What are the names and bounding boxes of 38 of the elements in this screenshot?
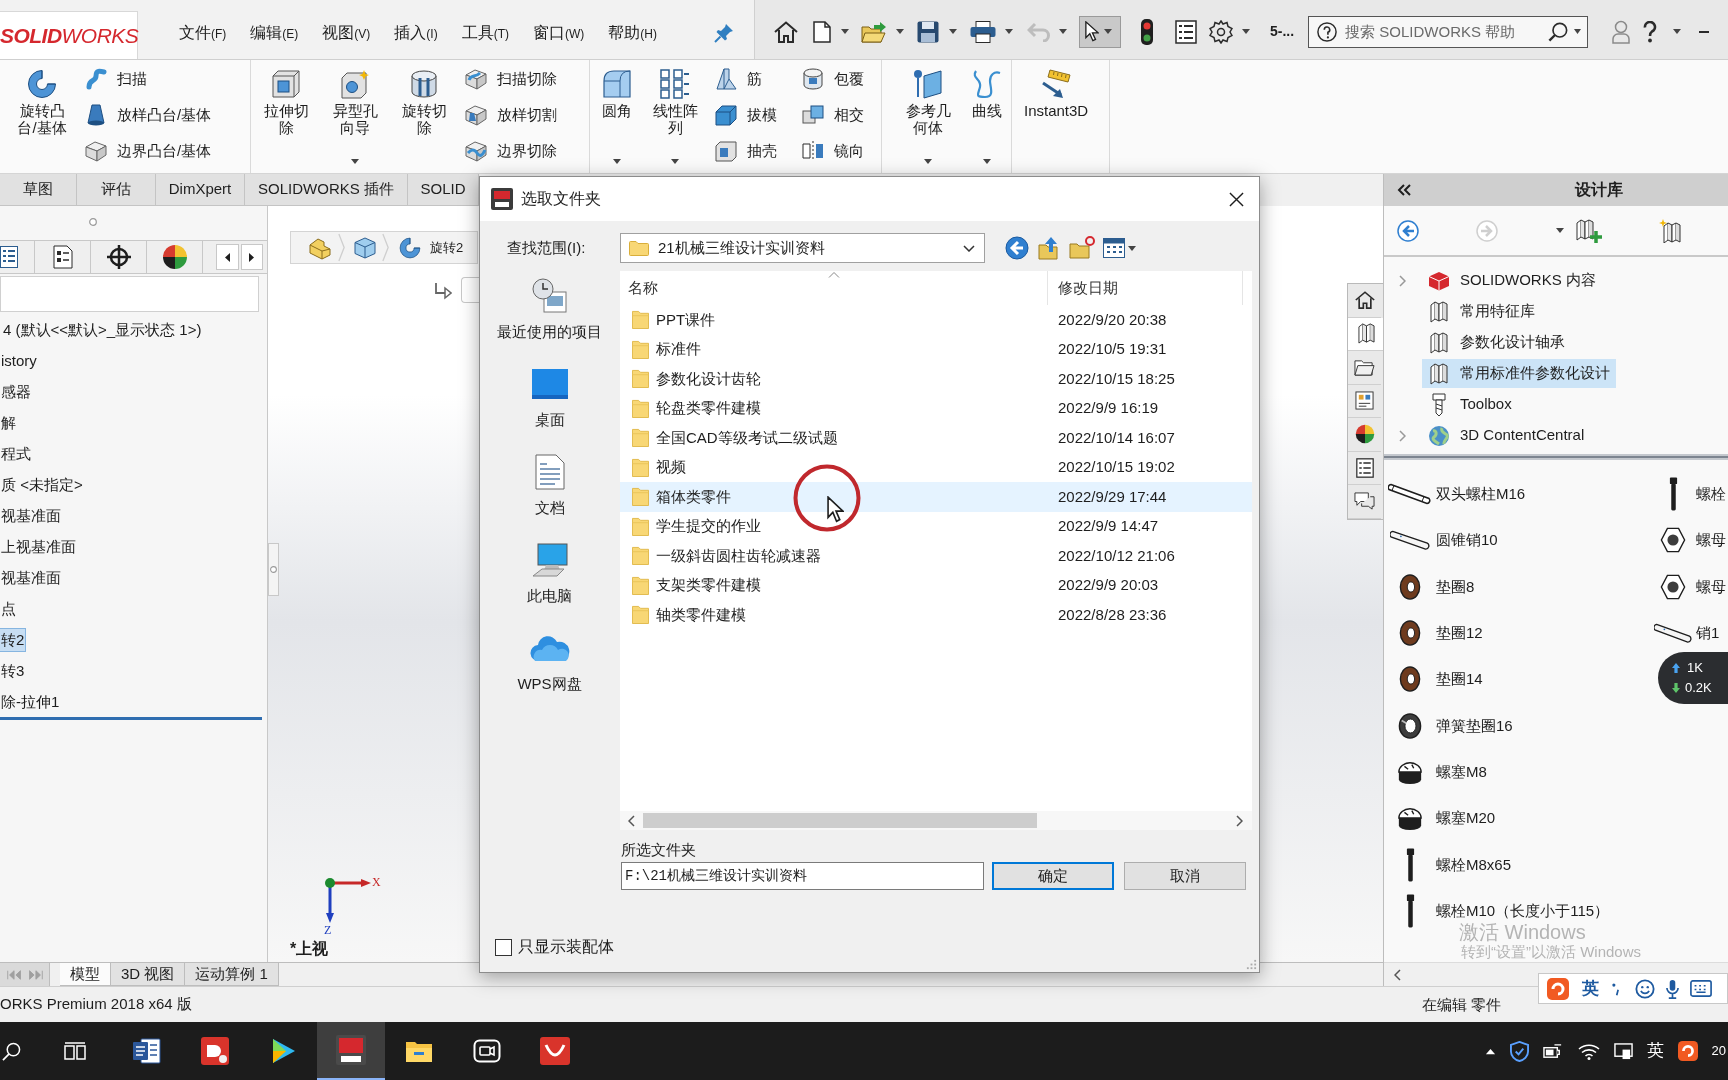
checkbox-label: 只显示装配体 [518,937,614,957]
activation-notice: 转到“设置”以激活 Windows [1461,944,1641,960]
status-text: 在编辑 零件 [1422,995,1502,1013]
panel-title: 设计库 [1575,180,1623,200]
clock-text: 20 [1711,1042,1727,1061]
logo: SOLIDWORKS [0,25,139,46]
file-date: 2022/9/9 14:47 [1058,516,1159,536]
file-date: 2022/8/28 23:36 [1058,604,1167,625]
file-name: 轴类零件建模 [656,604,746,625]
file-date: 2022/10/15 19:02 [1058,457,1175,477]
file-name: 视频 [656,457,686,477]
field-label: 查找范围(I): [507,237,586,258]
file-date: 2022/9/20 20:38 [1058,309,1167,330]
field-label: 所选文件夹 [621,839,696,860]
file-name: 轮盘类零件建模 [656,398,761,418]
dialog-title: 选取文件夹 [521,189,601,209]
file-date: 2022/9/9 20:03 [1058,575,1159,595]
file-name: 一级斜齿圆柱齿轮减速器 [656,545,821,566]
file-name: 参数化设计齿轮 [656,368,761,389]
file-date: 2022/10/14 16:07 [1058,427,1175,448]
speed-text: 0.2K [1685,680,1712,696]
file-date: 2022/9/9 16:19 [1058,398,1159,418]
file-name: 标准件 [656,339,701,359]
view-name: *上视 [290,939,329,959]
file-date: 2022/10/5 19:31 [1058,339,1167,359]
speed-text: 1K [1687,660,1703,676]
file-date: 2022/9/29 17:44 [1058,486,1167,507]
activation-notice: 激活 Windows [1459,922,1586,942]
file-name: 学生提交的作业 [656,516,761,536]
file-name: PPT课件 [656,309,716,330]
axis-label: Z [324,923,332,937]
file-date: 2022/10/12 21:06 [1058,545,1175,566]
axis-label: X [372,875,381,889]
status-text: ORKS Premium 2018 x64 版 [0,994,192,1015]
file-date: 2022/10/15 18:25 [1058,368,1175,389]
file-name: 全国CAD等级考试二级试题 [656,427,838,448]
file-name: 箱体类零件 [656,486,731,507]
file-name: 支架类零件建模 [656,575,761,595]
